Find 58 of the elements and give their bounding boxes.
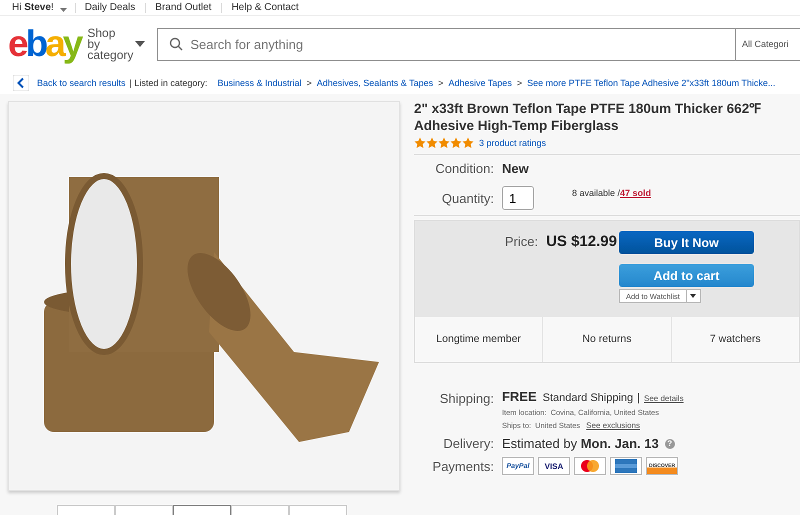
breadcrumb-link[interactable]: Business & Industrial: [217, 78, 302, 88]
quantity-field[interactable]: 1: [502, 186, 534, 210]
thumbnail[interactable]: [289, 505, 347, 515]
caret-icon: [690, 294, 696, 298]
price-value: US $12.99: [546, 233, 617, 252]
chevron-left-icon: [13, 75, 29, 91]
shop-by-category-button[interactable]: Shop by category: [83, 28, 152, 60]
star-icon: [450, 137, 462, 149]
payment-icon: [610, 457, 642, 475]
field-label: Payments:: [432, 458, 495, 474]
separator-icon: >: [306, 78, 312, 88]
see-exclusions-link[interactable]: See exclusions: [586, 421, 640, 430]
caret-icon: [60, 8, 67, 12]
thumbnail[interactable]: [115, 505, 173, 515]
back-link[interactable]: Back to search results: [13, 75, 126, 91]
separator-icon: >: [516, 78, 522, 88]
feature-cell-text: 7 watchers: [708, 332, 762, 347]
star-icon: [414, 137, 426, 149]
breadcrumb-link[interactable]: Adhesive Tapes: [448, 78, 512, 88]
star-icon: [426, 137, 438, 149]
field-label: Shipping:: [438, 390, 495, 406]
field-label: Quantity:: [440, 190, 495, 206]
shipping-method: Standard Shipping: [542, 392, 634, 404]
breadcrumb-link[interactable]: Adhesives, Sealants & Tapes: [316, 78, 434, 88]
price-label: Price:: [504, 234, 538, 251]
sold-link[interactable]: 47 sold: [620, 188, 652, 198]
feature-cell: Longtime member: [414, 317, 544, 362]
star-icon: [462, 137, 474, 149]
watchlist-dropdown-button[interactable]: [686, 289, 701, 303]
nav-link[interactable]: Help & Contact: [231, 2, 309, 14]
product-title: 2" x33ft Brown Teflon Tape PTFE 180um Thicker 662℉ Adhesive High-Temp Fiberglass: [414, 100, 762, 134]
ratings-link[interactable]: 3 product ratings: [478, 138, 546, 148]
thumbnail[interactable]: [173, 505, 231, 515]
payment-icon: [574, 457, 606, 475]
separator-icon: |: [637, 392, 640, 404]
category-label: | Listed in category:: [130, 78, 208, 88]
thumbnail[interactable]: [231, 505, 289, 515]
category-dropdown[interactable]: All Categori: [735, 28, 800, 60]
delivery-estimate: Estimated by Mon. Jan. 13: [502, 436, 659, 451]
payment-logo: VISA: [538, 457, 570, 475]
thumbnail[interactable]: [57, 505, 115, 515]
buy-it-now-button[interactable]: Buy It Now: [618, 231, 754, 254]
field-label: Delivery:: [442, 436, 495, 451]
breadcrumb-link[interactable]: See more PTFE Teflon Tape Adhesive 2"x33ft 180um Thicke...: [527, 78, 776, 88]
star-icon: [438, 137, 450, 149]
shipping-cost: FREE: [502, 389, 537, 404]
logo[interactable]: ebay: [8, 26, 84, 62]
search-field[interactable]: Search for anything: [157, 28, 735, 60]
separator-icon: >: [438, 78, 444, 88]
feature-cell: No returns: [543, 317, 672, 362]
availability-text: 8 available /: [572, 188, 620, 198]
see-details-link[interactable]: See details: [644, 394, 684, 403]
field-label: Condition:: [434, 161, 495, 176]
caret-icon: [135, 41, 146, 47]
greeting-link[interactable]: Hi Steve!: [12, 2, 58, 14]
condition-value: New: [502, 161, 529, 176]
nav-link[interactable]: Daily Deals: [84, 2, 146, 14]
nav-link[interactable]: Brand Outlet: [155, 2, 222, 14]
